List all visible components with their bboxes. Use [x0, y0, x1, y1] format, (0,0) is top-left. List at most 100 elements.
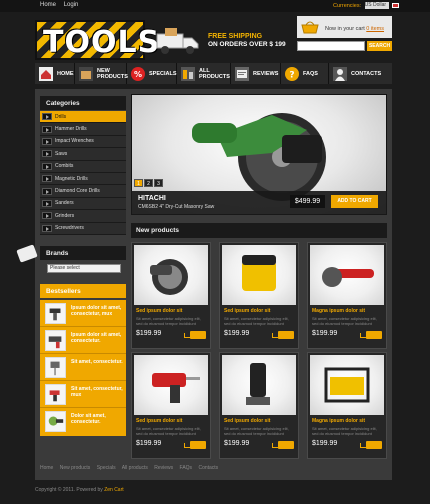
arrow-icon: [42, 187, 52, 195]
category-label: Hammer Drills: [55, 126, 87, 133]
site-logo[interactable]: TOOLS: [35, 20, 159, 60]
nav-label: SPECIALS: [149, 70, 177, 77]
cart-icon[interactable]: [184, 441, 206, 449]
cart-icon[interactable]: [272, 441, 294, 449]
footer-link[interactable]: FAQs: [180, 465, 193, 471]
footer-link[interactable]: New products: [60, 465, 91, 471]
category-label: Screwdrivers: [55, 225, 84, 232]
product-card[interactable]: Sed ipsum dolor sit Sit amet, consectetu…: [131, 242, 211, 349]
zen-cart-link[interactable]: Zen Cart: [104, 487, 123, 493]
copyright: Copyright © 2011. Powered by Zen Cart: [35, 487, 124, 493]
category-label: Drills: [55, 113, 67, 120]
cart-icon[interactable]: [272, 331, 294, 339]
rotary-hammer-icon: [134, 355, 208, 415]
bestseller-name: Ipsum dolor sit amet, consectetur, mux: [71, 305, 122, 317]
shipping-line2: ON ORDERS OVER $ 199: [208, 41, 286, 48]
product-description: Sit amet, consectetur adipisicing elit, …: [312, 316, 377, 326]
basket-icon[interactable]: [301, 20, 319, 34]
bestseller-name: Sit amet, consectetur, mux: [71, 386, 123, 398]
arrow-icon: [42, 199, 52, 207]
product-name[interactable]: Sed ipsum dolor sit: [136, 308, 208, 314]
product-name[interactable]: Magna ipsum dolor sit: [312, 418, 384, 424]
product-card[interactable]: Sed ipsum dolor sit Sit amet, consectetu…: [219, 242, 299, 349]
slider-page-button[interactable]: 3: [154, 179, 163, 187]
bestseller-item[interactable]: Ipsum dolor sit amet, consectetur, mux: [40, 300, 126, 327]
person-icon: [333, 66, 347, 81]
add-to-cart-button[interactable]: ADD TO CART: [331, 195, 378, 208]
nav-reviews[interactable]: REVIEWS: [231, 63, 281, 84]
product-price: $199.99: [224, 440, 250, 447]
flag-icon[interactable]: [392, 3, 400, 8]
footer-links: Home New products Specials All products …: [40, 465, 223, 471]
nav-faqs[interactable]: ? FAQS: [281, 63, 329, 84]
cart-icon[interactable]: [184, 331, 206, 339]
arrow-icon: [42, 162, 52, 170]
home-link[interactable]: Home: [40, 2, 56, 8]
cart-items-link[interactable]: 0 items: [366, 26, 384, 32]
search-input[interactable]: [297, 41, 365, 51]
copyright-text: Copyright © 2011. Powered by: [35, 487, 103, 493]
category-label: Diamond Core Drills: [55, 188, 100, 195]
footer-link[interactable]: Reviews: [154, 465, 173, 471]
product-name[interactable]: Sed ipsum dolor sit: [224, 308, 296, 314]
svg-text:?: ?: [289, 70, 294, 80]
currency-select[interactable]: US Dollar: [364, 2, 389, 9]
arrow-icon: [42, 113, 52, 121]
grinder-icon: [45, 411, 66, 432]
slider-page-button[interactable]: 1: [134, 179, 143, 187]
footer-link[interactable]: Specials: [97, 465, 116, 471]
bestseller-item[interactable]: Ipsum dolor sit amet, consectetur.: [40, 327, 126, 354]
category-label: Saws: [55, 150, 68, 157]
home-icon: [39, 66, 53, 81]
nav-label: REVIEWS: [253, 70, 279, 77]
slider-pager: 1 2 3: [134, 179, 164, 187]
product-price: $199.99: [136, 440, 162, 447]
category-item[interactable]: Saws: [40, 148, 126, 161]
bestseller-item[interactable]: Dolor sit amet, consectetur.: [40, 408, 126, 435]
wet-dry-vac-icon: [222, 245, 296, 305]
category-item[interactable]: Impact Wrenches: [40, 135, 126, 149]
product-price: $199.99: [312, 440, 338, 447]
nav-specials[interactable]: % SPECIALS: [127, 63, 177, 84]
product-name[interactable]: Magna ipsum dolor sit: [312, 308, 384, 314]
arrow-icon: [42, 125, 52, 133]
nav-contacts[interactable]: CONTACTS: [329, 63, 392, 84]
delivery-truck-icon: [156, 28, 199, 54]
reviews-icon: [235, 66, 249, 81]
nav-label: FAQS: [303, 70, 318, 77]
product-card[interactable]: Magna ipsum dolor sit Sit amet, consecte…: [307, 352, 387, 459]
product-card[interactable]: Sed ipsum dolor sit Sit amet, consectetu…: [131, 352, 211, 459]
brand-select[interactable]: Please select: [47, 264, 121, 273]
category-item[interactable]: Drills: [40, 111, 126, 124]
product-description: Sit amet, consectetur adipisicing elit, …: [224, 426, 289, 436]
product-card[interactable]: Magna ipsum dolor sit Sit amet, consecte…: [307, 242, 387, 349]
category-item[interactable]: Combits: [40, 160, 126, 173]
search-button[interactable]: SEARCH: [367, 41, 392, 51]
bestseller-item[interactable]: Sit amet, consectetur, mux: [40, 381, 126, 408]
slider-page-button[interactable]: 2: [144, 179, 153, 187]
category-label: Grinders: [55, 212, 75, 219]
category-item[interactable]: Screwdrivers: [40, 222, 126, 235]
nav-new-products[interactable]: NEW PRODUCTS: [75, 63, 128, 84]
footer-link[interactable]: Home: [40, 465, 53, 471]
category-item[interactable]: Grinders: [40, 210, 126, 223]
login-link[interactable]: Login: [64, 2, 79, 8]
cart-icon[interactable]: [360, 441, 382, 449]
product-card[interactable]: Sed ipsum dolor sit Sit amet, consectetu…: [219, 352, 299, 459]
category-item[interactable]: Hammer Drills: [40, 123, 126, 136]
category-item[interactable]: Diamond Core Drills: [40, 185, 126, 198]
footer-link[interactable]: Contacts: [198, 465, 218, 471]
nav-label: NEW PRODUCTS: [97, 67, 128, 80]
product-price: $199.99: [312, 330, 338, 337]
category-item[interactable]: Magnetic Drills: [40, 172, 126, 186]
category-label: Impact Wrenches: [55, 138, 94, 145]
category-item[interactable]: Sanders: [40, 197, 126, 211]
bestseller-name: Ipsum dolor sit amet, consectetur.: [71, 332, 122, 344]
nav-all-products[interactable]: ALL PRODUCTS: [177, 63, 231, 84]
nav-home[interactable]: HOME: [35, 63, 75, 84]
product-name[interactable]: Sed ipsum dolor sit: [136, 418, 208, 424]
cart-icon[interactable]: [360, 331, 382, 339]
product-name[interactable]: Sed ipsum dolor sit: [224, 418, 296, 424]
bestseller-item[interactable]: Sit amet, consectetur.: [40, 354, 126, 381]
footer-link[interactable]: All products: [122, 465, 148, 471]
